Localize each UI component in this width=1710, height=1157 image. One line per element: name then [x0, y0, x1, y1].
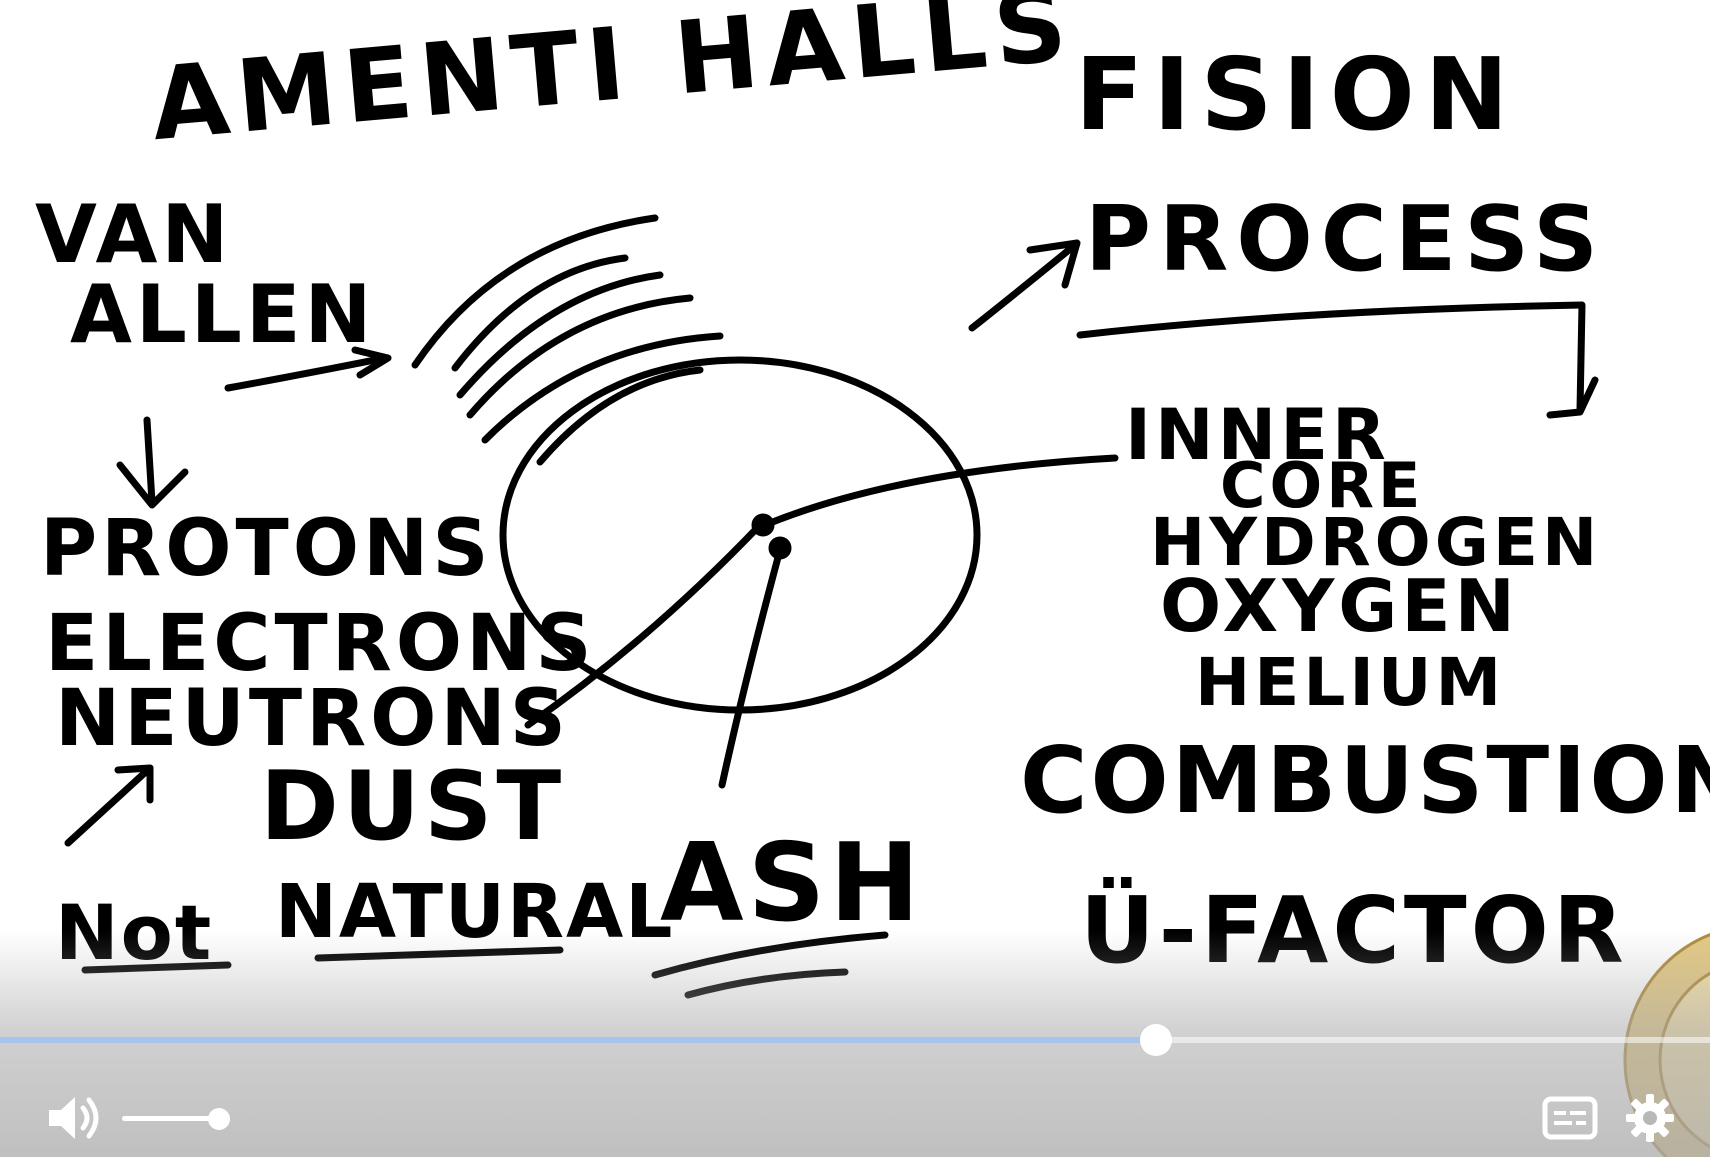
- volume-level: [122, 1116, 220, 1121]
- label-fision: FISION: [1075, 36, 1519, 153]
- label-helium: HELIUM: [1195, 644, 1506, 721]
- captions-button[interactable]: [1540, 1090, 1600, 1146]
- line-to-ash: [718, 546, 784, 789]
- label-natural: NATURAL: [275, 869, 675, 955]
- label-oxygen: OXYGEN: [1160, 564, 1519, 648]
- arrow-to-fision: [968, 241, 1079, 332]
- volume-icon: [49, 1097, 99, 1139]
- volume-button[interactable]: [40, 1090, 110, 1146]
- volume-slider[interactable]: [122, 1108, 231, 1130]
- label-ash: ASH: [660, 821, 924, 946]
- arrow-up-right: [64, 764, 154, 847]
- gear-icon: [1626, 1094, 1674, 1142]
- label-van: VAN: [35, 188, 233, 281]
- settings-button[interactable]: [1622, 1090, 1678, 1146]
- progress-bar[interactable]: [0, 1024, 1710, 1056]
- label-u-factor: Ü-FACTOR: [1080, 877, 1628, 984]
- arrow-down: [143, 416, 156, 506]
- progress-played: [0, 1037, 1156, 1043]
- label-neutrons: NEUTRONS: [55, 674, 570, 764]
- label-not: Not: [55, 888, 214, 977]
- captions-icon: [1542, 1096, 1598, 1140]
- line-to-inner-core: [761, 454, 1119, 529]
- label-allen: ALLEN: [70, 268, 376, 361]
- label-process: PROCESS: [1085, 187, 1606, 292]
- label-protons: PROTONS: [40, 504, 493, 594]
- label-dust: DUST: [260, 752, 566, 862]
- underline-ash-2: [684, 968, 849, 999]
- label-combustion: COMBUSTION: [1020, 727, 1710, 834]
- label-electrons: ELECTRONS: [45, 599, 596, 689]
- video-player[interactable]: AMENTI HALLS VAN ALLEN PROTONS ELECTRONS…: [0, 0, 1710, 1157]
- radiation-belt-arc: [481, 332, 724, 444]
- progress-scrubber[interactable]: [1139, 1024, 1172, 1056]
